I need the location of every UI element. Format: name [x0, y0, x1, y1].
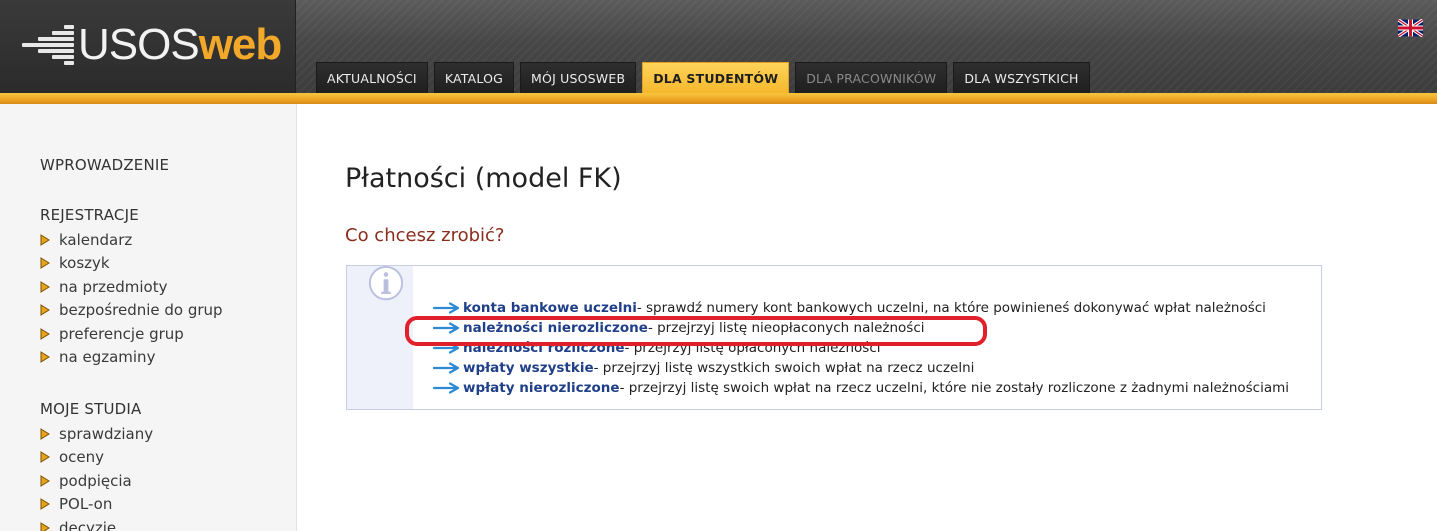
sidebar-item-label: podpięcia [59, 471, 132, 490]
link-description: - przejrzyj listę swoich wpłat na rzecz … [619, 380, 1290, 396]
bullet-arrow-icon [40, 280, 50, 293]
sidebar-item-label: na egzaminy [59, 348, 156, 367]
bullet-arrow-icon [40, 327, 50, 340]
sidebar-item-decyzje[interactable]: decyzje [40, 516, 153, 531]
sidebar-item-preferencje-grup[interactable]: preferencje grup [40, 322, 223, 346]
link-row-wplaty-wszystkie: wpłaty wszystkie - przejrzyj listę wszys… [433, 358, 1289, 378]
link-row-wplaty-nierozliczone: wpłaty nierozliczone - przejrzyj listę s… [433, 378, 1289, 398]
bullet-arrow-icon [40, 351, 50, 364]
page-title: Płatności (model FK) [345, 163, 622, 194]
sidebar-item-label: na przedmioty [59, 277, 168, 296]
logo-web-text: web [198, 20, 283, 69]
sidebar-item-koszyk[interactable]: koszyk [40, 252, 223, 276]
bullet-arrow-icon [40, 304, 50, 317]
sidebar-section-rejestracje[interactable]: REJESTRACJE [40, 206, 139, 224]
bullet-arrow-icon [40, 451, 50, 464]
tab-dla-studentow[interactable]: DLA STUDENTÓW [642, 62, 790, 93]
tab-dla-pracownikow[interactable]: DLA PRACOWNIKÓW [795, 62, 948, 93]
right-arrow-icon [433, 362, 460, 374]
link-konta-bankowe-uczelni[interactable]: konta bankowe uczelni [463, 300, 637, 316]
tab-moj-usosweb[interactable]: MÓJ USOSWEB [520, 62, 637, 93]
sidebar-list-rejestracje: kalendarz koszyk na przedmioty bezpośred… [40, 228, 223, 369]
main-nav: AKTUALNOŚCI KATALOG MÓJ USOSWEB DLA STUD… [316, 62, 1096, 93]
bullet-arrow-icon [40, 257, 50, 270]
sidebar-item-podpiecia[interactable]: podpięcia [40, 469, 153, 493]
sidebar-item-na-egzaminy[interactable]: na egzaminy [40, 346, 223, 370]
tab-katalog[interactable]: KATALOG [433, 62, 515, 93]
sidebar-item-label: oceny [59, 448, 105, 467]
sidebar-section-wprowadzenie[interactable]: WPROWADZENIE [40, 156, 169, 174]
link-row-konta-bankowe: konta bankowe uczelni - sprawdź numery k… [433, 298, 1289, 318]
sidebar-item-label: decyzje [59, 518, 117, 531]
sidebar: WPROWADZENIE REJESTRACJE kalendarz koszy… [0, 104, 297, 531]
sidebar-item-label: sprawdziany [59, 424, 154, 443]
bullet-arrow-icon [40, 474, 50, 487]
tab-aktualnosci[interactable]: AKTUALNOŚCI [316, 62, 428, 93]
section-subheading: Co chcesz zrobić? [345, 225, 505, 246]
link-wplaty-wszystkie[interactable]: wpłaty wszystkie [463, 360, 594, 376]
info-icon [368, 266, 404, 301]
sidebar-item-kalendarz[interactable]: kalendarz [40, 228, 223, 252]
sidebar-item-label: kalendarz [59, 230, 133, 249]
right-arrow-icon [433, 382, 460, 394]
sidebar-item-pol-on[interactable]: POL-on [40, 493, 153, 517]
link-description: - sprawdź numery kont bankowych uczelni,… [636, 300, 1266, 316]
logo-area: USOSweb [0, 0, 296, 93]
sidebar-item-label: koszyk [59, 254, 110, 273]
sidebar-item-label: preferencje grup [59, 324, 184, 343]
sidebar-item-label: bezpośrednie do grup [59, 301, 223, 320]
header: USOSweb AKTUALNOŚCI KATALOG MÓJ USOSWEB … [0, 0, 1437, 93]
info-box-sidebar [347, 266, 413, 409]
bullet-arrow-icon [40, 521, 50, 531]
sidebar-list-moje-studia: sprawdziany oceny podpięcia POL-on decyz… [40, 422, 153, 531]
link-wplaty-nierozliczone[interactable]: wpłaty nierozliczone [463, 380, 620, 396]
sidebar-item-na-przedmioty[interactable]: na przedmioty [40, 275, 223, 299]
sidebar-item-oceny[interactable]: oceny [40, 446, 153, 470]
sidebar-item-bezposrednie-do-grup[interactable]: bezpośrednie do grup [40, 299, 223, 323]
header-accent-bar [0, 93, 1437, 104]
right-arrow-icon [433, 302, 460, 314]
action-links: konta bankowe uczelni - sprawdź numery k… [433, 298, 1289, 398]
link-description: - przejrzyj listę wszystkich swoich wpła… [593, 360, 975, 376]
logo-lines-icon [22, 21, 74, 69]
highlight-annotation [405, 316, 987, 346]
bullet-arrow-icon [40, 233, 50, 246]
logo-usos-text: USOS [78, 20, 200, 69]
bullet-arrow-icon [40, 427, 50, 440]
usosweb-logo[interactable]: USOSweb [22, 15, 283, 75]
sidebar-section-moje-studia[interactable]: MOJE STUDIA [40, 400, 142, 418]
tab-dla-wszystkich[interactable]: DLA WSZYSTKICH [953, 62, 1090, 93]
sidebar-item-label: POL-on [59, 495, 113, 514]
sidebar-item-sprawdziany[interactable]: sprawdziany [40, 422, 153, 446]
bullet-arrow-icon [40, 498, 50, 511]
uk-flag-icon[interactable] [1398, 19, 1423, 37]
